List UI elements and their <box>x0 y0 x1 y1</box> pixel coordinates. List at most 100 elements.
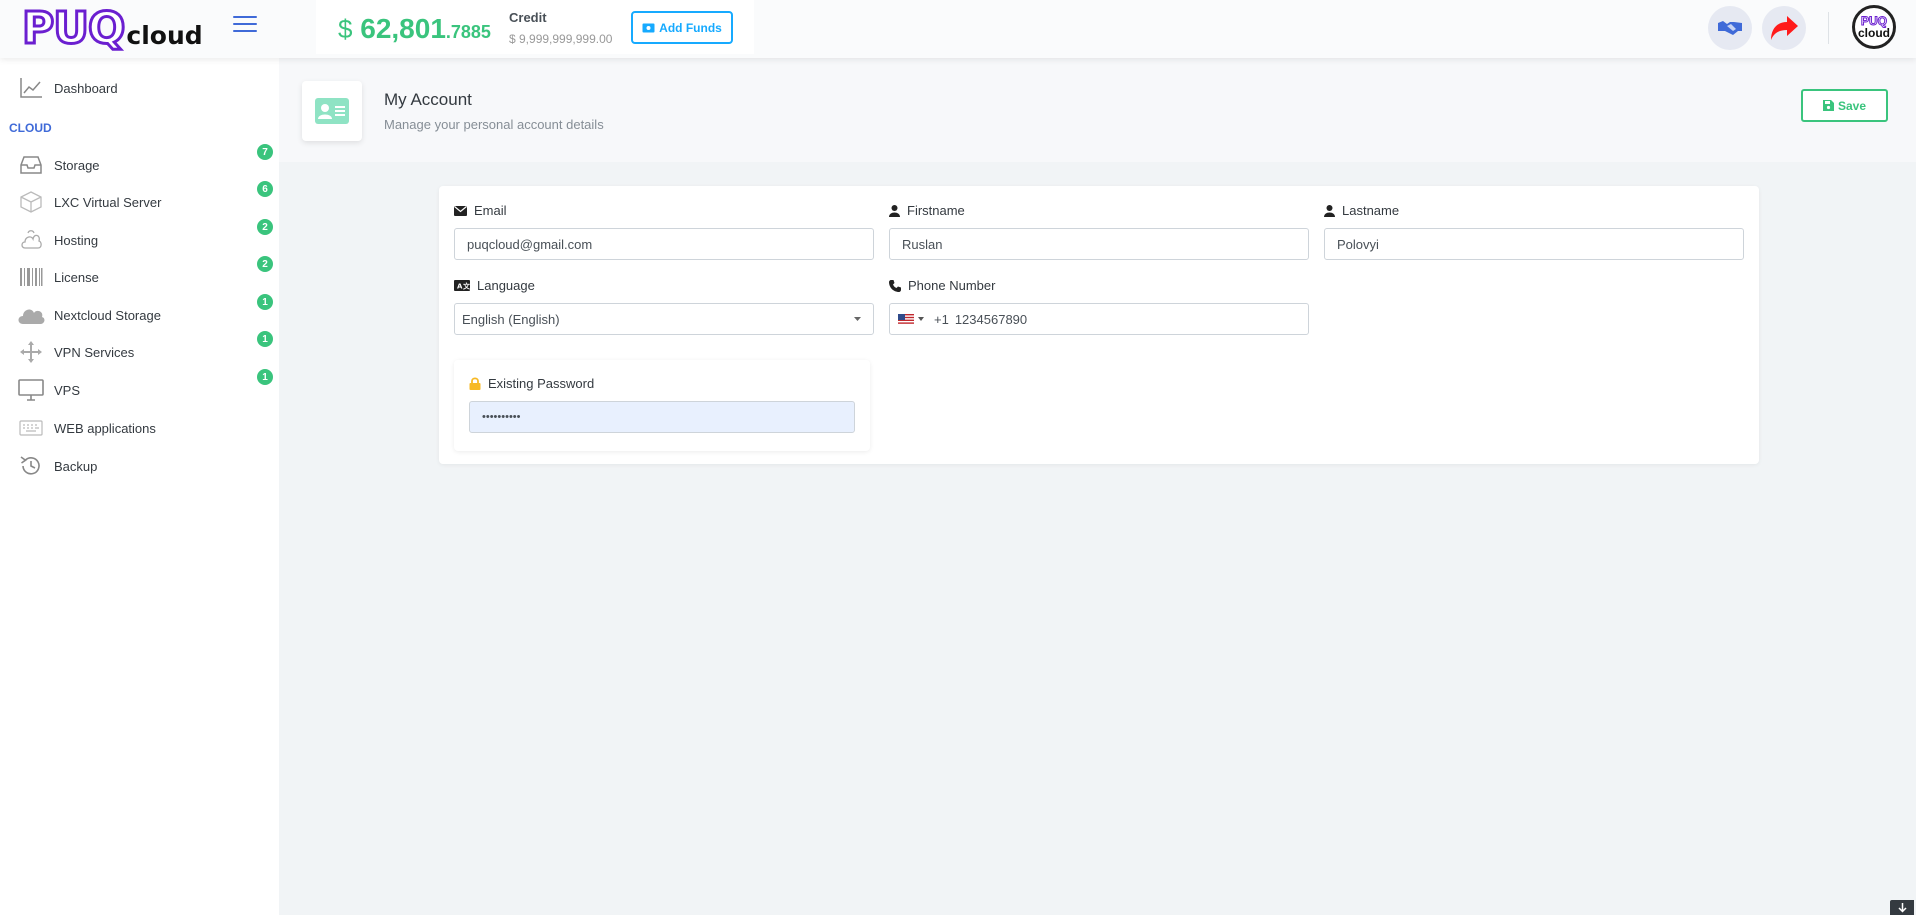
logo-main: PUQ <box>20 3 126 54</box>
phone-icon <box>889 279 901 292</box>
email-field[interactable]: puqcloud@gmail.com <box>454 228 874 260</box>
header-divider <box>1828 12 1829 44</box>
chevron-down-icon <box>854 317 861 321</box>
sidebar-item-storage[interactable]: Storage <box>0 147 279 183</box>
share-arrow-icon <box>1771 16 1798 40</box>
count-badge: 1 <box>257 331 273 347</box>
sidebar-item-label: Backup <box>54 458 98 474</box>
scroll-down-button[interactable] <box>1890 900 1914 915</box>
floppy-disk-icon <box>1822 100 1834 111</box>
sidebar-item-hosting[interactable]: Hosting <box>0 222 279 258</box>
save-label: Save <box>1837 98 1867 113</box>
arrow-down-icon <box>1897 902 1907 913</box>
lastname-label: Lastname <box>1324 203 1399 218</box>
phone-label-text: Phone Number <box>908 278 996 293</box>
envelope-icon <box>454 205 467 216</box>
balance-currency: $ <box>338 14 353 44</box>
sidebar-item-web-applications[interactable]: WEB applications <box>0 410 279 446</box>
sidebar: Dashboard CLOUD Storage 7 LXC Virtual Se… <box>0 58 279 915</box>
email-label-text: Email <box>474 203 507 218</box>
add-funds-button[interactable]: Add Funds <box>631 11 733 44</box>
email-label: Email <box>454 203 507 218</box>
sidebar-item-label: LXC Virtual Server <box>54 194 162 210</box>
password-panel: Existing Password •••••••••• <box>454 360 870 451</box>
logo-sub: cloud <box>126 21 203 50</box>
sidebar-item-label: VPN Services <box>54 344 135 360</box>
sidebar-item-label: Storage <box>54 157 100 173</box>
handshake-icon <box>1718 21 1742 35</box>
firstname-label: Firstname <box>889 203 965 218</box>
user-icon <box>889 204 900 217</box>
sidebar-item-dashboard[interactable]: Dashboard <box>0 70 279 106</box>
lastname-field[interactable]: Polovyi <box>1324 228 1744 260</box>
language-selected-value: English (English) <box>462 311 560 327</box>
firstname-label-text: Firstname <box>907 203 965 218</box>
monitor-icon <box>17 377 45 403</box>
language-label-text: Language <box>477 278 535 293</box>
add-funds-label: Add Funds <box>659 20 722 35</box>
avatar-line2: cloud <box>1858 26 1890 40</box>
page-title-bar: My Account Manage your personal account … <box>279 58 1916 162</box>
sidebar-section-heading: CLOUD <box>9 121 52 135</box>
sidebar-item-label: Nextcloud Storage <box>54 307 161 323</box>
credit-label: Credit <box>509 10 547 25</box>
count-badge: 6 <box>257 181 273 197</box>
sidebar-item-nextcloud[interactable]: Nextcloud Storage <box>0 297 279 333</box>
language-icon: A文 <box>454 280 470 291</box>
cloud-icon <box>17 302 45 328</box>
phone-number-value: 1234567890 <box>954 311 1028 327</box>
phone-field[interactable]: +1 1234567890 <box>889 303 1309 335</box>
page-title: My Account <box>384 90 472 109</box>
password-label-text: Existing Password <box>488 376 595 391</box>
sidebar-item-vps[interactable]: VPS <box>0 372 279 408</box>
sidebar-item-label: WEB applications <box>54 420 156 436</box>
credit-value: $ 9,999,999,999.00 <box>509 32 613 46</box>
keyboard-icon <box>17 415 45 441</box>
account-form-card: Email puqcloud@gmail.com Firstname Rusla… <box>439 186 1759 464</box>
sidebar-item-label: VPS <box>54 382 81 398</box>
balance-panel: $ 62,801.7885 Credit $ 9,999,999,999.00 … <box>316 0 754 54</box>
inbox-icon <box>17 152 45 178</box>
top-header: PUQ cloud $ 62,801.7885 Credit $ 9,999,9… <box>0 0 1916 58</box>
cloud-upload-icon <box>17 227 45 253</box>
language-label: A文 Language <box>454 278 535 293</box>
menu-toggle-icon[interactable] <box>233 16 257 34</box>
avatar[interactable]: PUQ cloud <box>1852 5 1896 49</box>
barcode-icon <box>17 264 45 290</box>
id-card-icon <box>315 98 349 124</box>
country-flag-selector[interactable] <box>898 313 924 325</box>
balance-decimal: .7885 <box>445 22 491 42</box>
handshake-button[interactable] <box>1708 6 1752 50</box>
firstname-field[interactable]: Ruslan <box>889 228 1309 260</box>
svg-text:文: 文 <box>463 282 470 291</box>
history-icon <box>17 453 45 479</box>
chevron-down-icon <box>918 317 924 321</box>
sidebar-item-label: Dashboard <box>54 80 118 96</box>
sidebar-item-label: License <box>54 269 99 285</box>
sidebar-item-vpn[interactable]: VPN Services <box>0 334 279 370</box>
count-badge: 2 <box>257 219 273 235</box>
lock-icon <box>469 377 481 390</box>
save-button[interactable]: Save <box>1801 89 1888 122</box>
sidebar-item-backup[interactable]: Backup <box>0 448 279 484</box>
cube-icon <box>17 189 45 215</box>
arrows-move-icon <box>17 339 45 365</box>
password-label: Existing Password <box>469 376 594 391</box>
money-bill-icon <box>642 23 655 32</box>
count-badge: 1 <box>257 294 273 310</box>
sidebar-item-lxc[interactable]: LXC Virtual Server <box>0 184 279 220</box>
page-subtitle: Manage your personal account details <box>384 117 604 132</box>
balance-whole: 62,801 <box>360 13 446 44</box>
sidebar-item-label: Hosting <box>54 232 99 248</box>
balance-amount: $ 62,801.7885 <box>338 13 491 45</box>
brand-logo[interactable]: PUQ cloud <box>20 3 203 54</box>
phone-label: Phone Number <box>889 278 995 293</box>
chart-line-icon <box>17 75 45 101</box>
sidebar-item-license[interactable]: License <box>0 259 279 295</box>
user-icon <box>1324 204 1335 217</box>
logout-button[interactable] <box>1762 6 1806 50</box>
count-badge: 7 <box>257 144 273 160</box>
count-badge: 1 <box>257 369 273 385</box>
language-select[interactable]: English (English) <box>454 303 874 335</box>
password-field[interactable]: •••••••••• <box>469 401 855 433</box>
